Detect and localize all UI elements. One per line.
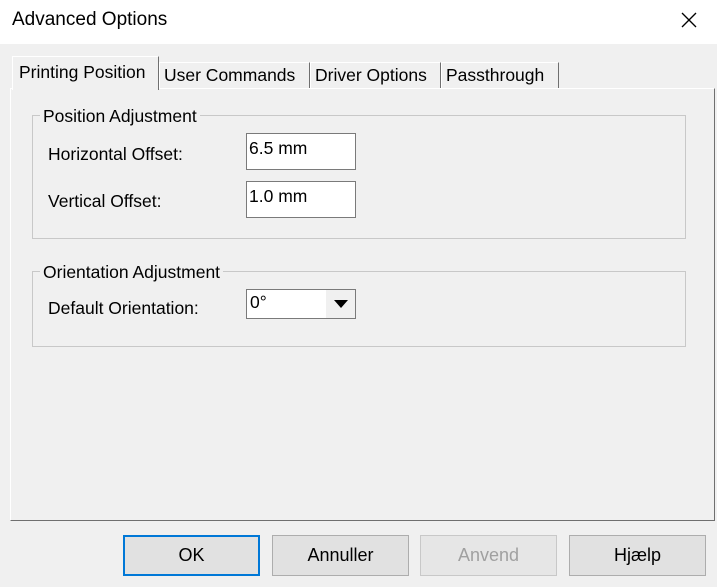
- position-group-title: Position Adjustment: [40, 106, 200, 126]
- default-orientation-select[interactable]: 0°: [246, 289, 356, 319]
- help-button[interactable]: Hjælp: [569, 535, 706, 576]
- tab-passthrough[interactable]: Passthrough: [441, 62, 559, 89]
- apply-button[interactable]: Anvend: [420, 535, 557, 576]
- ok-button-label: OK: [178, 545, 205, 565]
- close-icon: [681, 12, 696, 28]
- orientation-group-title: Orientation Adjustment: [40, 262, 224, 282]
- default-orientation-label: Default Orientation:: [48, 298, 199, 318]
- close-button[interactable]: [660, 0, 717, 40]
- dropdown-button[interactable]: [325, 290, 355, 318]
- ok-button[interactable]: OK: [123, 535, 260, 576]
- orientation-adjustment-group: Orientation Adjustment Default Orientati…: [32, 262, 686, 347]
- tab-printing-position[interactable]: Printing Position: [12, 56, 159, 90]
- cancel-button-label: Annuller: [307, 545, 374, 565]
- tab-strip: Printing Position User Commands Driver O…: [0, 56, 717, 90]
- horizontal-offset-label: Horizontal Offset:: [48, 144, 183, 164]
- tab-panel: Position Adjustment Horizontal Offset: 6…: [10, 88, 715, 521]
- tab-driver-options[interactable]: Driver Options: [310, 62, 441, 89]
- vertical-offset-label: Vertical Offset:: [48, 191, 162, 211]
- window-title: Advanced Options: [12, 9, 168, 30]
- tab-label: Driver Options: [315, 65, 427, 85]
- horizontal-offset-input[interactable]: 6.5 mm: [246, 133, 356, 170]
- cancel-button[interactable]: Annuller: [272, 535, 409, 576]
- position-adjustment-group: Position Adjustment Horizontal Offset: 6…: [32, 106, 686, 239]
- apply-button-label: Anvend: [457, 545, 520, 565]
- tab-label: Printing Position: [19, 62, 146, 82]
- chevron-down-icon: [333, 300, 348, 308]
- title-bar: Advanced Options: [0, 0, 717, 44]
- vertical-offset-input[interactable]: 1.0 mm: [246, 181, 356, 218]
- default-orientation-value: 0°: [250, 292, 267, 312]
- tab-user-commands[interactable]: User Commands: [159, 62, 310, 89]
- tab-label: User Commands: [164, 65, 296, 85]
- tab-label: Passthrough: [446, 65, 545, 85]
- help-button-label: Hjælp: [613, 545, 661, 565]
